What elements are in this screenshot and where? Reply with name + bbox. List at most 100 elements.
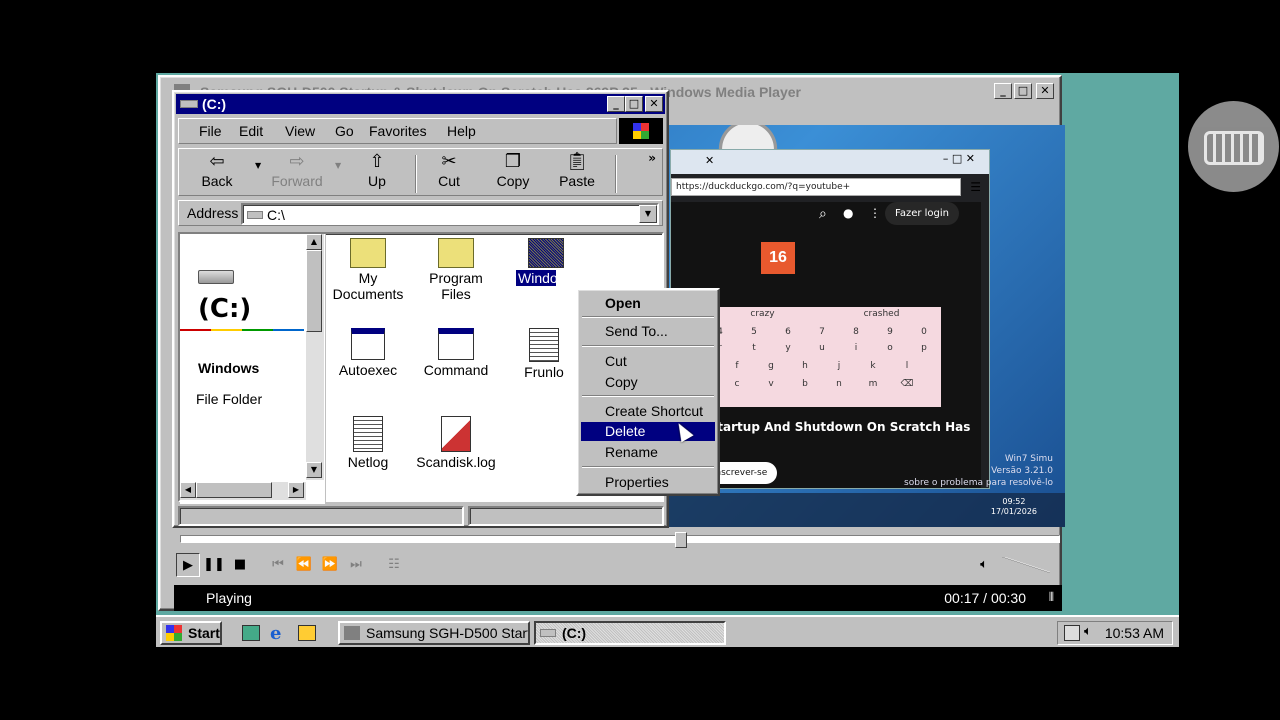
taskbar-media-player[interactable]: Samsung SGH-D500 Startu... xyxy=(338,621,530,645)
explorer-titlebar[interactable]: (C:) _ □ ✕ xyxy=(176,94,665,114)
menu-view[interactable]: View xyxy=(285,123,315,139)
key[interactable]: f xyxy=(720,361,754,371)
menu-edit[interactable]: Edit xyxy=(239,123,263,139)
seek-thumb[interactable] xyxy=(674,532,687,548)
file-command[interactable]: Command xyxy=(416,328,496,378)
start-button[interactable]: Start xyxy=(160,621,222,645)
up-button[interactable]: ⇧ Up xyxy=(345,151,409,189)
more-icon[interactable]: ⋮ xyxy=(869,206,881,220)
browser-menu-icon[interactable]: ☰ xyxy=(970,180,981,194)
ctx-copy[interactable]: Copy xyxy=(581,373,715,392)
file-autoexec[interactable]: Autoexec xyxy=(328,328,408,378)
key[interactable]: n xyxy=(822,379,856,389)
ctx-open[interactable]: Open xyxy=(581,294,715,313)
suggestion-1[interactable]: crazy xyxy=(703,309,822,319)
left-pane-hscrollbar[interactable]: ◀ ▶ xyxy=(180,482,306,500)
ie-icon[interactable]: e xyxy=(270,623,281,644)
scroll-hthumb[interactable] xyxy=(196,482,272,498)
key[interactable]: g xyxy=(754,361,788,371)
skip-forward-icon[interactable]: ⏭ xyxy=(344,553,368,577)
close-button[interactable]: ✕ xyxy=(1036,83,1054,99)
maximize-button[interactable]: □ xyxy=(1014,83,1032,99)
file-scandisk-log[interactable]: Scandisk.log xyxy=(416,416,496,470)
rewind-icon[interactable]: ⏪ xyxy=(292,553,316,577)
key[interactable]: 7 xyxy=(805,327,839,337)
scroll-left-icon[interactable]: ◀ xyxy=(180,482,196,498)
key[interactable]: 0 xyxy=(907,327,941,337)
back-dropdown-icon[interactable]: ▼ xyxy=(255,161,261,170)
taskbar-explorer[interactable]: (C:) xyxy=(534,621,726,645)
maximize-button[interactable]: □ xyxy=(625,96,643,112)
chevron-more-icon[interactable]: » xyxy=(648,151,656,165)
seek-bar[interactable] xyxy=(180,532,1060,548)
play-icon[interactable]: ▶ xyxy=(176,553,200,577)
key[interactable]: 5 xyxy=(737,327,771,337)
key[interactable]: v xyxy=(754,379,788,389)
key[interactable]: k xyxy=(856,361,890,371)
quicklaunch-desktop-icon[interactable] xyxy=(242,625,260,641)
key[interactable]: h xyxy=(788,361,822,371)
key[interactable]: 9 xyxy=(873,327,907,337)
ctx-delete[interactable]: Delete xyxy=(581,422,715,441)
menu-favorites[interactable]: Favorites xyxy=(369,123,427,139)
folder-program-files[interactable]: Program Files xyxy=(416,238,496,302)
key[interactable]: j xyxy=(822,361,856,371)
volume-slider[interactable] xyxy=(1002,557,1050,573)
folder-windows[interactable]: Windo xyxy=(506,238,586,287)
close-button[interactable]: ✕ xyxy=(645,96,663,112)
key[interactable]: u xyxy=(805,343,839,353)
volume-icon[interactable]: 🔈︎ xyxy=(972,553,996,577)
scheduler-icon[interactable] xyxy=(1064,625,1080,641)
folder-my-documents[interactable]: My Documents xyxy=(328,238,408,302)
suggestion-2[interactable]: crashed xyxy=(822,309,941,319)
stop-icon[interactable]: ■ xyxy=(228,553,252,577)
mic-icon[interactable]: ● xyxy=(843,206,853,220)
key[interactable]: 8 xyxy=(839,327,873,337)
key[interactable]: o xyxy=(873,343,907,353)
menu-file[interactable]: File xyxy=(199,123,222,139)
scroll-down-icon[interactable]: ▼ xyxy=(306,462,322,478)
fast-forward-icon[interactable]: ⏩ xyxy=(318,553,342,577)
pause-icon[interactable]: ❚❚ xyxy=(202,553,226,577)
ctx-create-shortcut[interactable]: Create Shortcut xyxy=(581,402,715,421)
ctx-rename[interactable]: Rename xyxy=(581,443,715,462)
key[interactable]: i xyxy=(839,343,873,353)
menu-go[interactable]: Go xyxy=(335,123,354,139)
back-button[interactable]: ⇦ Back xyxy=(185,151,249,189)
minimize-button[interactable]: _ xyxy=(607,96,625,112)
scroll-up-icon[interactable]: ▲ xyxy=(306,234,322,250)
paste-button[interactable]: 📋︎ Paste xyxy=(545,151,609,189)
playlist-icon[interactable]: ☷ xyxy=(382,553,406,577)
keyboard-toggle-button[interactable] xyxy=(1188,101,1279,192)
search-icon[interactable]: ⌕ xyxy=(819,206,827,222)
key[interactable]: b xyxy=(788,379,822,389)
address-input[interactable]: C:\ ▼ xyxy=(241,203,659,225)
left-pane-scrollbar[interactable]: ▲ ▼ xyxy=(306,234,324,480)
ctx-send-to[interactable]: Send To... xyxy=(581,322,715,341)
menu-help[interactable]: Help xyxy=(447,123,476,139)
cut-button[interactable]: ✂ Cut xyxy=(417,151,481,189)
skip-back-icon[interactable]: ⏮ xyxy=(266,553,290,577)
url-bar[interactable]: https://duckduckgo.com/?q=youtube+ xyxy=(671,178,961,196)
ctx-cut[interactable]: Cut xyxy=(581,352,715,371)
minimize-button[interactable]: _ xyxy=(994,83,1012,99)
copy-button[interactable]: ❐ Copy xyxy=(481,151,545,189)
key[interactable]: p xyxy=(907,343,941,353)
scroll-thumb[interactable] xyxy=(306,250,322,332)
forward-dropdown-icon[interactable]: ▼ xyxy=(335,161,341,170)
key[interactable]: t xyxy=(737,343,771,353)
window-controls-icon[interactable]: – □ ✕ xyxy=(943,152,975,165)
key[interactable]: m xyxy=(856,379,890,389)
backspace-key[interactable]: ⌫ xyxy=(890,379,924,389)
key[interactable]: y xyxy=(771,343,805,353)
scroll-right-icon[interactable]: ▶ xyxy=(288,482,304,498)
key[interactable]: c xyxy=(720,379,754,389)
volume-icon[interactable]: 🔈︎ xyxy=(1084,624,1092,639)
forward-button[interactable]: ⇨ Forward xyxy=(265,151,329,189)
file-netlog[interactable]: Netlog xyxy=(328,416,408,470)
login-button[interactable]: Fazer login xyxy=(885,202,960,225)
ctx-properties[interactable]: Properties xyxy=(581,473,715,492)
tray-clock[interactable]: 10:53 AM xyxy=(1105,625,1164,641)
outlook-icon[interactable] xyxy=(298,625,316,641)
key[interactable]: 6 xyxy=(771,327,805,337)
